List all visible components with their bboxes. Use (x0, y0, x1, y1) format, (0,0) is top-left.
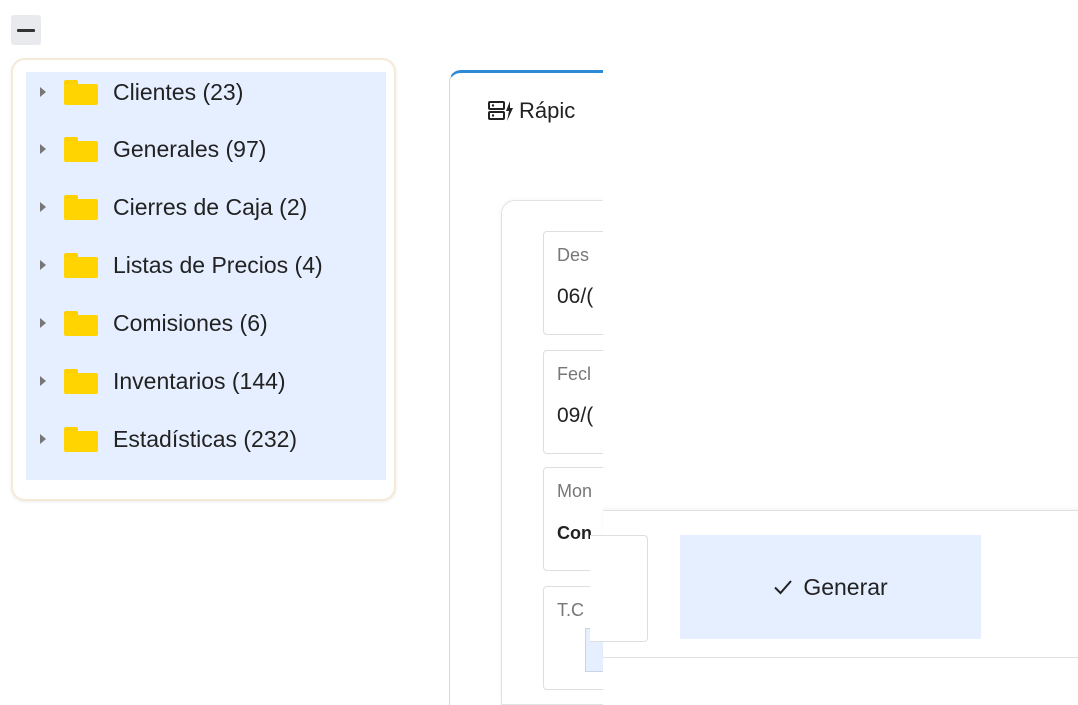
field-value[interactable]: 06/( (557, 285, 593, 309)
folder-icon (64, 136, 98, 162)
caret-right-icon[interactable] (40, 260, 46, 270)
folder-icon (64, 252, 98, 278)
tree-item-listas-de-precios[interactable]: Listas de Precios (4) (26, 245, 386, 285)
folder-icon (64, 310, 98, 336)
caret-right-icon[interactable] (40, 202, 46, 212)
field-label: T.C (557, 600, 584, 620)
folder-icon (64, 194, 98, 220)
tree-item-estadisticas[interactable]: Estadísticas (232) (26, 419, 386, 459)
tree-item-label: Comisiones (6) (113, 309, 268, 336)
app-root: Clientes (23) Generales (97) Cierres de … (0, 0, 1078, 705)
folder-icon (64, 426, 98, 452)
caret-right-icon[interactable] (40, 376, 46, 386)
report-tree: Clientes (23) Generales (97) Cierres de … (26, 72, 386, 480)
caret-right-icon[interactable] (40, 434, 46, 444)
caret-right-icon[interactable] (40, 87, 46, 97)
field-label: Mon (557, 481, 593, 501)
collapse-toggle-button[interactable] (11, 15, 41, 45)
card-header: Rápic (488, 98, 575, 124)
field-label: Fecl (557, 364, 592, 384)
caret-right-icon[interactable] (40, 144, 46, 154)
field-label: Des (557, 245, 590, 265)
tree-item-label: Cierres de Caja (2) (113, 193, 308, 220)
tree-item-generales[interactable]: Generales (97) (26, 129, 386, 169)
tree-item-label: Estadísticas (232) (113, 425, 298, 452)
caret-right-icon[interactable] (40, 318, 46, 328)
generate-button-label: Generar (803, 573, 888, 600)
tree-item-comisiones[interactable]: Comisiones (6) (26, 303, 386, 343)
minus-icon (17, 28, 35, 32)
tree-item-label: Listas de Precios (4) (113, 251, 323, 278)
tree-item-cierres-de-caja[interactable]: Cierres de Caja (2) (26, 187, 386, 227)
generate-button[interactable]: Generar (680, 535, 981, 639)
tree-item-label: Generales (97) (113, 135, 267, 162)
check-icon (774, 580, 793, 595)
folder-icon (64, 368, 98, 394)
tree-item-inventarios[interactable]: Inventarios (144) (26, 361, 386, 401)
option-box[interactable] (590, 535, 648, 642)
field-value[interactable]: 09/( (557, 404, 593, 428)
folder-icon (64, 79, 98, 105)
report-tree-panel: Clientes (23) Generales (97) Cierres de … (11, 58, 396, 501)
tree-item-label: Inventarios (144) (113, 367, 286, 394)
quick-report-icon (488, 101, 513, 121)
tree-item-label: Clientes (23) (113, 78, 244, 105)
tree-item-clientes[interactable]: Clientes (23) (26, 72, 386, 112)
tab-title[interactable]: Rápic (519, 98, 575, 124)
field-value[interactable]: Con (557, 523, 592, 544)
